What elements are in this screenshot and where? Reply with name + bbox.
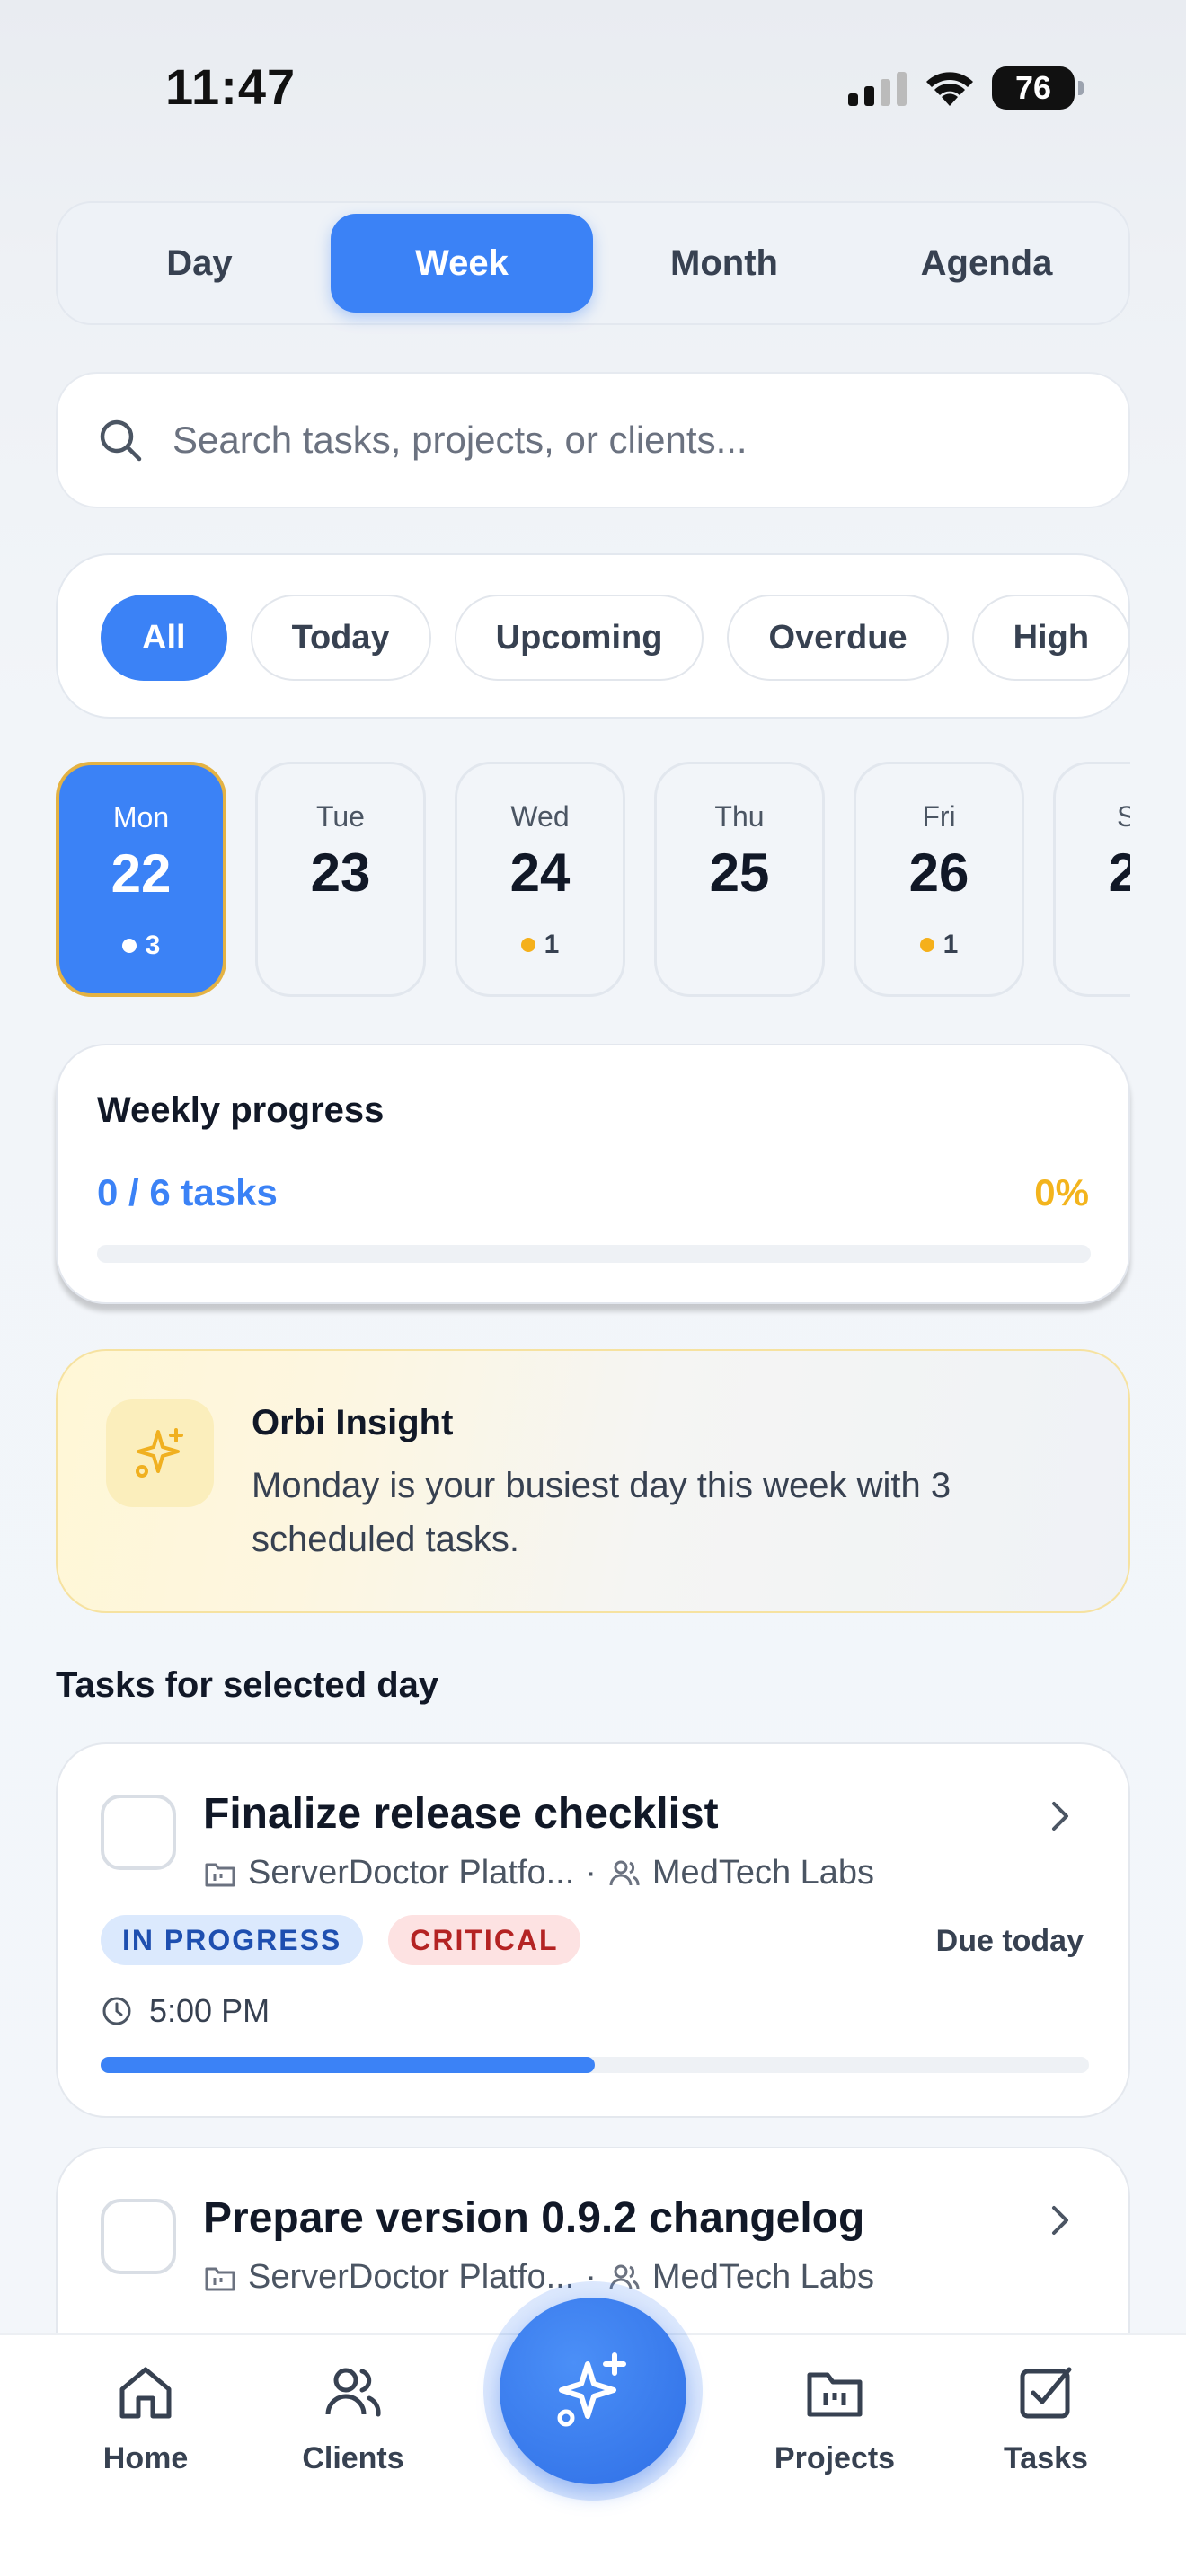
- sparkles-icon: [106, 1399, 214, 1507]
- day-number: 22: [111, 843, 172, 904]
- task-dot-icon: [121, 939, 137, 953]
- task-due: Due today: [935, 1924, 1084, 1958]
- search-icon: [100, 419, 142, 462]
- task-checkbox[interactable]: [101, 1795, 176, 1870]
- day-mon[interactable]: Mon 22 3: [56, 762, 226, 997]
- battery-icon: 76: [992, 66, 1084, 110]
- filter-chip-all[interactable]: All: [101, 595, 227, 681]
- task-checkbox[interactable]: [101, 2199, 176, 2274]
- tab-month[interactable]: Month: [593, 214, 855, 313]
- task-progress-bar: [101, 2057, 1089, 2073]
- battery-level: 76: [1014, 69, 1052, 106]
- nav-home[interactable]: Home: [56, 2360, 235, 2476]
- status-icons: 76: [848, 61, 1084, 115]
- tab-agenda[interactable]: Agenda: [855, 214, 1118, 313]
- task-time-row: 5:00 PM: [101, 1992, 270, 2030]
- task-title: Prepare version 0.9.2 changelog: [203, 2194, 865, 2242]
- ai-assistant-button[interactable]: [500, 2298, 686, 2484]
- task-progress-fill: [101, 2057, 595, 2073]
- status-badge: IN PROGRESS: [101, 1915, 364, 1965]
- day-name: Mon: [112, 801, 170, 834]
- day-name: Fri: [922, 800, 956, 833]
- search-input[interactable]: [173, 419, 1071, 462]
- project-folder-icon: [205, 1863, 235, 1886]
- task-dot-icon: [520, 938, 535, 952]
- tab-week[interactable]: Week: [331, 214, 593, 313]
- search-bar[interactable]: [56, 372, 1130, 508]
- users-icon: [325, 2368, 381, 2417]
- filter-chip-high[interactable]: High: [971, 595, 1128, 681]
- day-count-value: 1: [544, 930, 560, 959]
- filter-chip-today[interactable]: Today: [250, 595, 431, 681]
- day-number: 26: [908, 842, 969, 903]
- weekly-progress-percent: 0%: [1034, 1171, 1089, 1213]
- day-count-value: 3: [145, 931, 161, 960]
- nav-home-label: Home: [102, 2441, 189, 2475]
- day-task-count: 1: [457, 930, 623, 960]
- client-users-icon: [609, 1860, 640, 1885]
- status-time: 11:47: [165, 58, 296, 115]
- insight-card[interactable]: Orbi Insight Monday is your busiest day …: [56, 1349, 1130, 1613]
- day-wed[interactable]: Wed 24 1: [455, 762, 625, 997]
- clock-icon: [102, 1997, 131, 2025]
- day-fri[interactable]: Fri 26 1: [854, 762, 1024, 997]
- nav-projects[interactable]: Projects: [745, 2360, 925, 2476]
- filter-chip-row: All Today Upcoming Overdue High: [101, 595, 1128, 681]
- nav-clients-label: Clients: [302, 2441, 404, 2475]
- cellular-signal-icon: [848, 72, 907, 106]
- day-name: Thu: [714, 800, 765, 833]
- day-name: Sat: [1116, 800, 1130, 833]
- day-thu[interactable]: Thu 25: [654, 762, 825, 997]
- day-task-count: 3: [59, 931, 223, 961]
- nav-tasks-label: Tasks: [1004, 2441, 1088, 2475]
- task-client: MedTech Labs: [651, 1854, 875, 1892]
- weekly-progress-bar: [97, 1245, 1091, 1263]
- nav-clients[interactable]: Clients: [263, 2360, 443, 2476]
- wifi-icon: [926, 72, 973, 106]
- day-count-value: 1: [943, 930, 959, 959]
- project-folder-icon: [205, 2267, 235, 2290]
- filter-bar: All Today Upcoming Overdue High: [56, 553, 1130, 719]
- day-sat[interactable]: Sat 27: [1053, 762, 1130, 997]
- checkbox-icon: [1020, 2367, 1072, 2419]
- task-meta: ServerDoctor Platfo... · MedTech Labs: [203, 2258, 874, 2297]
- day-name: Wed: [510, 800, 570, 833]
- folder-icon: [807, 2372, 863, 2417]
- task-meta: ServerDoctor Platfo... · MedTech Labs: [203, 1854, 874, 1892]
- task-badges: IN PROGRESS CRITICAL: [101, 1915, 580, 1965]
- sparkles-icon: [557, 2352, 626, 2427]
- day-tue[interactable]: Tue 23: [255, 762, 426, 997]
- day-selector: Mon 22 3 Tue 23 Wed 24 1 Thu 25 Fri 26 1…: [56, 762, 1130, 999]
- insight-title: Orbi Insight: [252, 1403, 454, 1442]
- priority-badge: CRITICAL: [388, 1915, 580, 1965]
- task-dot-icon: [919, 938, 934, 952]
- weekly-progress-count: 0 / 6 tasks: [97, 1171, 278, 1213]
- day-number: 24: [509, 842, 571, 903]
- task-project: ServerDoctor Platfo...: [248, 2258, 575, 2296]
- chevron-right-icon[interactable]: [1042, 1798, 1078, 1834]
- task-title: Finalize release checklist: [203, 1790, 719, 1838]
- nav-projects-label: Projects: [774, 2441, 896, 2475]
- day-name: Tue: [316, 800, 365, 833]
- day-number: 25: [709, 842, 770, 903]
- task-time: 5:00 PM: [149, 1992, 270, 2029]
- task-card[interactable]: Finalize release checklist ServerDoctor …: [56, 1742, 1130, 2118]
- insight-body: Monday is your busiest day this week wit…: [252, 1466, 951, 1559]
- filter-chip-upcoming[interactable]: Upcoming: [454, 595, 704, 681]
- meta-separator: ·: [585, 1854, 597, 1892]
- chevron-right-icon[interactable]: [1042, 2202, 1078, 2238]
- task-client: MedTech Labs: [651, 2258, 875, 2296]
- day-number: 27: [1108, 842, 1130, 903]
- task-project: ServerDoctor Platfo...: [248, 1854, 575, 1892]
- tab-day[interactable]: Day: [68, 214, 331, 313]
- day-task-count: 1: [856, 930, 1022, 960]
- day-number: 23: [310, 842, 371, 903]
- weekly-progress-title: Weekly progress: [97, 1090, 385, 1130]
- view-switcher: Day Week Month Agenda: [56, 201, 1130, 325]
- filter-chip-overdue[interactable]: Overdue: [727, 595, 949, 681]
- home-icon: [119, 2367, 172, 2419]
- section-title: Tasks for selected day: [56, 1665, 439, 1705]
- weekly-progress-card: Weekly progress 0 / 6 tasks 0%: [56, 1044, 1130, 1304]
- nav-tasks[interactable]: Tasks: [956, 2360, 1136, 2476]
